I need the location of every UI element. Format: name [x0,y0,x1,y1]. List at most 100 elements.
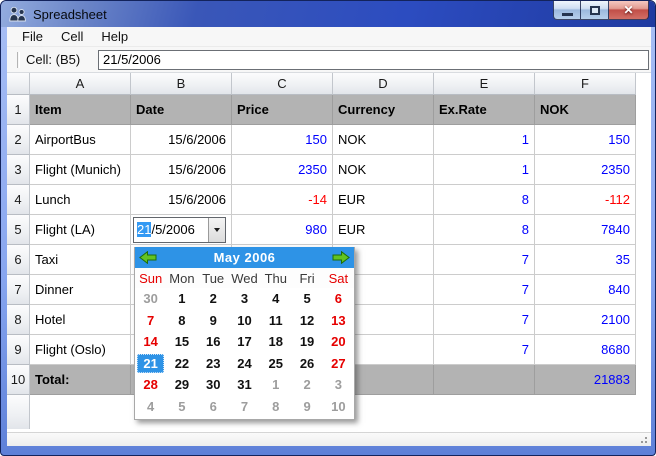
row-header-4[interactable]: 4 [7,185,30,215]
cell-E2[interactable]: 1 [434,125,535,155]
cell-D2[interactable]: NOK [333,125,434,155]
calendar-day-31[interactable]: 31 [229,374,260,396]
calendar-day-14[interactable]: 14 [135,331,166,353]
calendar-day-1-adjacent[interactable]: 1 [260,374,291,396]
cell-E4[interactable]: 8 [434,185,535,215]
cell-A5[interactable]: Flight (LA) [30,215,131,245]
calendar-day-4-adjacent[interactable]: 4 [135,396,166,418]
row-header-1[interactable]: 1 [7,95,30,125]
calendar-day-21[interactable]: 21 [135,353,166,375]
calendar-day-19[interactable]: 19 [291,331,322,353]
row-header-2[interactable]: 2 [7,125,30,155]
calendar-day-6-adjacent[interactable]: 6 [198,396,229,418]
calendar-day-5[interactable]: 5 [291,288,322,310]
calendar-day-1[interactable]: 1 [166,288,197,310]
cell-D3[interactable]: NOK [333,155,434,185]
cell-D4[interactable]: EUR [333,185,434,215]
cell-F1[interactable]: NOK [535,95,636,125]
cell-A8[interactable]: Hotel [30,305,131,335]
cell-B3[interactable]: 15/6/2006 [131,155,232,185]
cell-B2[interactable]: 15/6/2006 [131,125,232,155]
calendar-day-2-adjacent[interactable]: 2 [291,374,322,396]
row-header-9[interactable]: 9 [7,335,30,365]
resize-grip[interactable] [638,434,647,443]
cell-F10[interactable]: 21883 [535,365,636,395]
cell-B5[interactable]: 21/5/2006 [131,215,232,245]
cell-A6[interactable]: Taxi [30,245,131,275]
cell-C1[interactable]: Price [232,95,333,125]
calendar-day-30-adjacent[interactable]: 30 [135,288,166,310]
cell-A4[interactable]: Lunch [30,185,131,215]
cell-F6[interactable]: 35 [535,245,636,275]
calendar-prev-month-button[interactable] [138,250,158,265]
cell-F5[interactable]: 7840 [535,215,636,245]
cell-A2[interactable]: AirportBus [30,125,131,155]
cell-E9[interactable]: 7 [434,335,535,365]
column-header-E[interactable]: E [434,73,535,95]
calendar-day-3-adjacent[interactable]: 3 [323,374,354,396]
titlebar[interactable]: Spreadsheet ✕ [1,1,655,27]
calendar-day-27[interactable]: 27 [323,353,354,375]
row-header-8[interactable]: 8 [7,305,30,335]
calendar-day-28[interactable]: 28 [135,374,166,396]
calendar-day-2[interactable]: 2 [198,288,229,310]
calendar-day-11[interactable]: 11 [260,310,291,332]
cell-B4[interactable]: 15/6/2006 [131,185,232,215]
cell-F8[interactable]: 2100 [535,305,636,335]
calendar-day-7[interactable]: 7 [135,310,166,332]
corner-header-cell[interactable] [7,73,30,95]
cell-value-input[interactable] [98,49,649,70]
calendar-day-29[interactable]: 29 [166,374,197,396]
calendar-day-22[interactable]: 22 [166,353,197,375]
cell-F9[interactable]: 8680 [535,335,636,365]
menu-item-cell[interactable]: Cell [52,27,92,46]
calendar-day-23[interactable]: 23 [198,353,229,375]
calendar-day-18[interactable]: 18 [260,331,291,353]
calendar-day-9[interactable]: 9 [198,310,229,332]
calendar-day-5-adjacent[interactable]: 5 [166,396,197,418]
calendar-day-24[interactable]: 24 [229,353,260,375]
calendar-day-10-adjacent[interactable]: 10 [323,396,354,418]
minimize-button[interactable] [553,1,581,20]
calendar-day-10[interactable]: 10 [229,310,260,332]
close-button[interactable]: ✕ [609,1,649,20]
column-header-C[interactable]: C [232,73,333,95]
menu-item-file[interactable]: File [13,27,52,46]
cell-F2[interactable]: 150 [535,125,636,155]
row-header-10[interactable]: 10 [7,365,30,395]
cell-D1[interactable]: Currency [333,95,434,125]
calendar-day-4[interactable]: 4 [260,288,291,310]
cell-E8[interactable]: 7 [434,305,535,335]
cell-E3[interactable]: 1 [434,155,535,185]
column-header-B[interactable]: B [131,73,232,95]
calendar-day-13[interactable]: 13 [323,310,354,332]
calendar-day-8[interactable]: 8 [166,310,197,332]
cell-C3[interactable]: 2350 [232,155,333,185]
column-header-D[interactable]: D [333,73,434,95]
calendar-day-25[interactable]: 25 [260,353,291,375]
toolbar-grip[interactable] [17,51,20,68]
cell-C5[interactable]: 980 [232,215,333,245]
column-header-F[interactable]: F [535,73,636,95]
cell-F7[interactable]: 840 [535,275,636,305]
calendar-next-month-button[interactable] [331,250,351,265]
calendar-day-20[interactable]: 20 [323,331,354,353]
calendar-day-17[interactable]: 17 [229,331,260,353]
calendar-day-3[interactable]: 3 [229,288,260,310]
calendar-day-15[interactable]: 15 [166,331,197,353]
cell-C4[interactable]: -14 [232,185,333,215]
date-combobox[interactable]: 21/5/2006 [133,216,226,243]
column-header-A[interactable]: A [30,73,131,95]
calendar-day-16[interactable]: 16 [198,331,229,353]
calendar-day-6[interactable]: 6 [323,288,354,310]
maximize-button[interactable] [581,1,609,20]
cell-A3[interactable]: Flight (Munich) [30,155,131,185]
cell-A7[interactable]: Dinner [30,275,131,305]
calendar-day-12[interactable]: 12 [291,310,322,332]
calendar-day-9-adjacent[interactable]: 9 [291,396,322,418]
calendar-day-7-adjacent[interactable]: 7 [229,396,260,418]
cell-E7[interactable]: 7 [434,275,535,305]
row-header-7[interactable]: 7 [7,275,30,305]
cell-D5[interactable]: EUR [333,215,434,245]
calendar-day-26[interactable]: 26 [291,353,322,375]
